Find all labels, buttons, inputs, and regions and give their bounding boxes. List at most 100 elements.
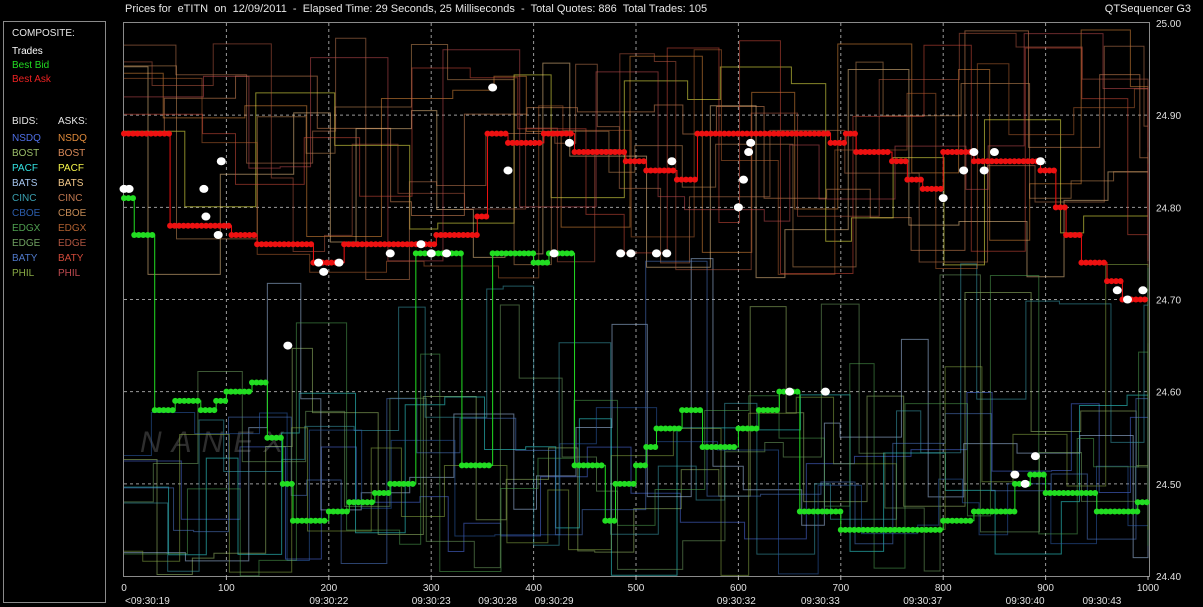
best-ask-point <box>902 158 909 165</box>
best-ask-point <box>1076 231 1083 238</box>
best-ask-point <box>225 222 232 229</box>
best-ask-point <box>536 139 543 146</box>
best-bid-point <box>611 517 618 524</box>
trade-point <box>785 387 795 396</box>
time-label: 09:30:32 <box>717 596 756 607</box>
trade-point <box>319 267 329 276</box>
time-label: 09:30:23 <box>412 596 451 607</box>
best-ask-point <box>937 185 944 192</box>
trade-point <box>334 258 344 267</box>
time-label: 09:30:37 <box>903 596 942 607</box>
x-tick-label: 500 <box>628 583 645 594</box>
best-bid-point <box>211 407 218 414</box>
trade-point <box>662 249 672 258</box>
trade-point <box>1020 479 1030 488</box>
best-bid-point <box>1092 490 1099 497</box>
trade-point <box>1123 295 1133 304</box>
best-bid-point <box>1011 508 1018 515</box>
trade-point <box>283 341 293 350</box>
best-ask-point <box>502 130 509 137</box>
trade-point <box>201 212 211 221</box>
best-ask-point <box>691 176 698 183</box>
trade-point <box>667 157 677 166</box>
trade-point <box>616 249 626 258</box>
best-ask-point <box>1050 167 1057 174</box>
best-ask-point <box>1141 296 1148 303</box>
best-bid-point <box>794 388 801 395</box>
best-bid-point <box>222 397 229 404</box>
best-ask-point <box>473 231 480 238</box>
trade-point <box>385 249 395 258</box>
time-label: 09:30:43 <box>1082 596 1121 607</box>
best-bid-point <box>288 480 295 487</box>
time-label: 09:30:28 <box>478 596 517 607</box>
best-bid-point <box>277 434 284 441</box>
best-bid-point <box>642 462 648 469</box>
x-tick-label: 300 <box>423 583 440 594</box>
trade-point <box>626 249 636 258</box>
best-ask-point <box>640 158 647 165</box>
trade-point <box>1030 452 1040 461</box>
best-ask-point <box>1100 259 1107 266</box>
best-bid-point <box>568 250 575 257</box>
trade-point <box>979 166 989 175</box>
best-ask-point <box>431 241 438 248</box>
best-ask-point <box>824 130 831 137</box>
trade-point <box>739 175 749 184</box>
x-tick-label: 700 <box>832 583 849 594</box>
best-bid-point <box>457 250 464 257</box>
best-bid-point <box>149 231 156 238</box>
best-ask-point <box>251 231 258 238</box>
best-bid-point <box>530 250 537 257</box>
best-ask-point <box>670 167 677 174</box>
best-bid-point <box>837 508 844 515</box>
trade-point <box>416 240 426 249</box>
best-bid-point <box>409 480 416 487</box>
best-bid-point <box>675 425 682 432</box>
best-bid-point <box>262 379 269 386</box>
trade-point <box>549 249 559 258</box>
trade-point <box>746 138 756 147</box>
trade-point <box>969 148 979 157</box>
best-bid-point <box>130 195 136 202</box>
best-bid-point <box>753 425 760 432</box>
x-tick-label: 800 <box>935 583 952 594</box>
best-bid-point <box>652 443 659 450</box>
watermark-text: NANEX <box>140 426 293 459</box>
best-ask-point <box>308 241 315 248</box>
x-tick-label: 0 <box>121 583 127 594</box>
trade-point <box>1112 286 1122 295</box>
trade-point <box>488 83 498 92</box>
best-bid-point <box>169 407 176 414</box>
time-label: 09:30:22 <box>309 596 348 607</box>
best-bid-point <box>368 499 375 506</box>
trade-point <box>442 249 452 258</box>
best-bid-point <box>773 407 780 414</box>
time-label: 09:30:29 <box>535 596 574 607</box>
x-tick-label: 400 <box>525 583 542 594</box>
y-tick-label: 25.00 <box>1156 19 1181 30</box>
trade-point <box>651 249 661 258</box>
y-tick-label: 24.80 <box>1156 203 1181 214</box>
trade-point <box>1138 286 1148 295</box>
trade-point <box>989 148 999 157</box>
trade-point <box>199 184 209 193</box>
trade-point <box>564 138 574 147</box>
x-tick-label: 1000 <box>1137 583 1160 594</box>
best-bid-point <box>485 462 492 469</box>
best-bid-point <box>630 480 637 487</box>
best-ask-point <box>851 130 858 137</box>
x-tick-label: 100 <box>218 583 235 594</box>
y-tick-label: 24.90 <box>1156 111 1181 122</box>
best-bid-point <box>245 388 252 395</box>
best-bid-point <box>1134 508 1141 515</box>
time-label: <09:30:19 <box>125 596 170 607</box>
x-tick-label: 900 <box>1037 583 1054 594</box>
best-bid-point <box>731 443 738 450</box>
best-bid-point <box>321 517 328 524</box>
x-tick-label: 200 <box>320 583 337 594</box>
trade-point <box>314 258 324 267</box>
best-ask-point <box>483 213 490 220</box>
trade-point <box>213 230 223 239</box>
best-ask-point <box>841 139 848 146</box>
